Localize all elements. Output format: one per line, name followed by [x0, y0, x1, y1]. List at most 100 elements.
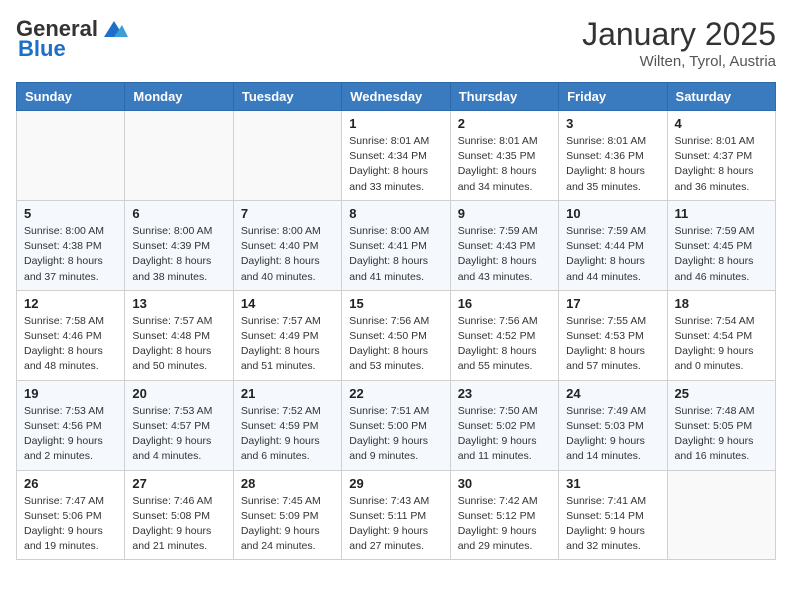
calendar-cell: 24Sunrise: 7:49 AM Sunset: 5:03 PM Dayli…: [559, 380, 667, 470]
weekday-header-sunday: Sunday: [17, 83, 125, 111]
day-info: Sunrise: 7:53 AM Sunset: 4:57 PM Dayligh…: [132, 404, 225, 465]
day-number: 9: [458, 206, 551, 221]
day-info: Sunrise: 7:51 AM Sunset: 5:00 PM Dayligh…: [349, 404, 442, 465]
location: Wilten, Tyrol, Austria: [582, 53, 776, 70]
day-number: 23: [458, 386, 551, 401]
calendar-cell: 7Sunrise: 8:00 AM Sunset: 4:40 PM Daylig…: [233, 200, 341, 290]
weekday-header-monday: Monday: [125, 83, 233, 111]
calendar-cell: [233, 111, 341, 201]
day-number: 3: [566, 116, 659, 131]
calendar-cell: 13 Sunrise: 7:57 AM Sunset: 4:48 PM Dayli…: [125, 290, 233, 380]
day-number: 11: [675, 206, 768, 221]
calendar-cell: 20 Sunrise: 7:53 AM Sunset: 4:57 PM Dayli…: [125, 380, 233, 470]
calendar-cell: 22 Sunrise: 7:51 AM Sunset: 5:00 PM Dayli…: [342, 380, 450, 470]
day-number: 2: [458, 116, 551, 131]
calendar-cell: 23 Sunrise: 7:50 AM Sunset: 5:02 PM Dayli…: [450, 380, 558, 470]
calendar-cell: 2 Sunrise: 8:01 AM Sunset: 4:35 PM Daylig…: [450, 111, 558, 201]
calendar-cell: 18 Sunrise: 7:54 AM Sunset: 4:54 PM Dayli…: [667, 290, 775, 380]
day-number: 7: [241, 206, 334, 221]
day-number: 24: [566, 386, 659, 401]
day-number: 8: [349, 206, 442, 221]
day-number: 16: [458, 296, 551, 311]
day-number: 13: [132, 296, 225, 311]
calendar-cell: 3 Sunrise: 8:01 AM Sunset: 4:36 PM Daylig…: [559, 111, 667, 201]
day-info: Sunrise: 7:59 AM Sunset: 4:43 PM Dayligh…: [458, 224, 551, 285]
logo-icon: [100, 19, 128, 39]
day-number: 15: [349, 296, 442, 311]
calendar-cell: 17Sunrise: 7:55 AM Sunset: 4:53 PM Dayli…: [559, 290, 667, 380]
weekday-header-row: SundayMondayTuesdayWednesdayThursdayFrid…: [17, 83, 776, 111]
calendar-cell: 15 Sunrise: 7:56 AM Sunset: 4:50 PM Dayli…: [342, 290, 450, 380]
calendar-cell: 30 Sunrise: 7:42 AM Sunset: 5:12 PM Dayli…: [450, 470, 558, 560]
day-info: Sunrise: 8:01 AM Sunset: 4:34 PM Dayligh…: [349, 134, 442, 195]
calendar-cell: 31 Sunrise: 7:41 AM Sunset: 5:14 PM Dayli…: [559, 470, 667, 560]
day-number: 19: [24, 386, 117, 401]
day-info: Sunrise: 8:00 AM Sunset: 4:41 PM Dayligh…: [349, 224, 442, 285]
calendar-cell: 11 Sunrise: 7:59 AM Sunset: 4:45 PM Dayli…: [667, 200, 775, 290]
calendar-cell: 21Sunrise: 7:52 AM Sunset: 4:59 PM Dayli…: [233, 380, 341, 470]
calendar-week-row: 19Sunrise: 7:53 AM Sunset: 4:56 PM Dayli…: [17, 380, 776, 470]
calendar-week-row: 1 Sunrise: 8:01 AM Sunset: 4:34 PM Daylig…: [17, 111, 776, 201]
calendar-cell: 10Sunrise: 7:59 AM Sunset: 4:44 PM Dayli…: [559, 200, 667, 290]
calendar-cell: 28 Sunrise: 7:45 AM Sunset: 5:09 PM Dayli…: [233, 470, 341, 560]
day-info: Sunrise: 8:01 AM Sunset: 4:35 PM Dayligh…: [458, 134, 551, 195]
day-number: 12: [24, 296, 117, 311]
day-info: Sunrise: 7:57 AM Sunset: 4:49 PM Dayligh…: [241, 314, 334, 375]
day-info: Sunrise: 7:43 AM Sunset: 5:11 PM Dayligh…: [349, 494, 442, 555]
calendar-week-row: 26 Sunrise: 7:47 AM Sunset: 5:06 PM Dayli…: [17, 470, 776, 560]
day-info: Sunrise: 7:41 AM Sunset: 5:14 PM Dayligh…: [566, 494, 659, 555]
day-number: 6: [132, 206, 225, 221]
weekday-header-saturday: Saturday: [667, 83, 775, 111]
day-info: Sunrise: 8:01 AM Sunset: 4:37 PM Dayligh…: [675, 134, 768, 195]
day-info: Sunrise: 8:00 AM Sunset: 4:38 PM Dayligh…: [24, 224, 117, 285]
logo: General Blue: [16, 16, 130, 62]
day-number: 20: [132, 386, 225, 401]
calendar-cell: 26 Sunrise: 7:47 AM Sunset: 5:06 PM Dayli…: [17, 470, 125, 560]
day-info: Sunrise: 7:46 AM Sunset: 5:08 PM Dayligh…: [132, 494, 225, 555]
day-number: 28: [241, 476, 334, 491]
page-header: General Blue January 2025 Wilten, Tyrol,…: [16, 16, 776, 70]
day-info: Sunrise: 7:48 AM Sunset: 5:05 PM Dayligh…: [675, 404, 768, 465]
weekday-header-friday: Friday: [559, 83, 667, 111]
day-info: Sunrise: 7:42 AM Sunset: 5:12 PM Dayligh…: [458, 494, 551, 555]
day-info: Sunrise: 7:47 AM Sunset: 5:06 PM Dayligh…: [24, 494, 117, 555]
day-info: Sunrise: 7:56 AM Sunset: 4:50 PM Dayligh…: [349, 314, 442, 375]
day-number: 18: [675, 296, 768, 311]
calendar-cell: 25 Sunrise: 7:48 AM Sunset: 5:05 PM Dayli…: [667, 380, 775, 470]
day-info: Sunrise: 7:50 AM Sunset: 5:02 PM Dayligh…: [458, 404, 551, 465]
calendar-cell: 27 Sunrise: 7:46 AM Sunset: 5:08 PM Dayli…: [125, 470, 233, 560]
month-title: January 2025: [582, 16, 776, 53]
day-number: 27: [132, 476, 225, 491]
day-number: 5: [24, 206, 117, 221]
calendar-cell: 12Sunrise: 7:58 AM Sunset: 4:46 PM Dayli…: [17, 290, 125, 380]
calendar-cell: 5 Sunrise: 8:00 AM Sunset: 4:38 PM Daylig…: [17, 200, 125, 290]
calendar-cell: 8 Sunrise: 8:00 AM Sunset: 4:41 PM Daylig…: [342, 200, 450, 290]
day-info: Sunrise: 8:01 AM Sunset: 4:36 PM Dayligh…: [566, 134, 659, 195]
calendar-cell: 19Sunrise: 7:53 AM Sunset: 4:56 PM Dayli…: [17, 380, 125, 470]
day-number: 1: [349, 116, 442, 131]
day-number: 31: [566, 476, 659, 491]
calendar-cell: 9 Sunrise: 7:59 AM Sunset: 4:43 PM Daylig…: [450, 200, 558, 290]
day-info: Sunrise: 8:00 AM Sunset: 4:39 PM Dayligh…: [132, 224, 225, 285]
day-info: Sunrise: 7:52 AM Sunset: 4:59 PM Dayligh…: [241, 404, 334, 465]
weekday-header-wednesday: Wednesday: [342, 83, 450, 111]
calendar-cell: 6 Sunrise: 8:00 AM Sunset: 4:39 PM Daylig…: [125, 200, 233, 290]
day-number: 22: [349, 386, 442, 401]
weekday-header-tuesday: Tuesday: [233, 83, 341, 111]
logo-blue: Blue: [16, 36, 66, 62]
day-info: Sunrise: 7:59 AM Sunset: 4:45 PM Dayligh…: [675, 224, 768, 285]
day-info: Sunrise: 7:57 AM Sunset: 4:48 PM Dayligh…: [132, 314, 225, 375]
day-info: Sunrise: 7:55 AM Sunset: 4:53 PM Dayligh…: [566, 314, 659, 375]
calendar-cell: [667, 470, 775, 560]
calendar-cell: 14Sunrise: 7:57 AM Sunset: 4:49 PM Dayli…: [233, 290, 341, 380]
day-info: Sunrise: 7:54 AM Sunset: 4:54 PM Dayligh…: [675, 314, 768, 375]
day-info: Sunrise: 7:45 AM Sunset: 5:09 PM Dayligh…: [241, 494, 334, 555]
calendar: SundayMondayTuesdayWednesdayThursdayFrid…: [16, 82, 776, 560]
day-number: 30: [458, 476, 551, 491]
calendar-cell: 1 Sunrise: 8:01 AM Sunset: 4:34 PM Daylig…: [342, 111, 450, 201]
day-number: 26: [24, 476, 117, 491]
calendar-cell: [17, 111, 125, 201]
day-info: Sunrise: 7:59 AM Sunset: 4:44 PM Dayligh…: [566, 224, 659, 285]
title-section: January 2025 Wilten, Tyrol, Austria: [582, 16, 776, 70]
day-number: 25: [675, 386, 768, 401]
